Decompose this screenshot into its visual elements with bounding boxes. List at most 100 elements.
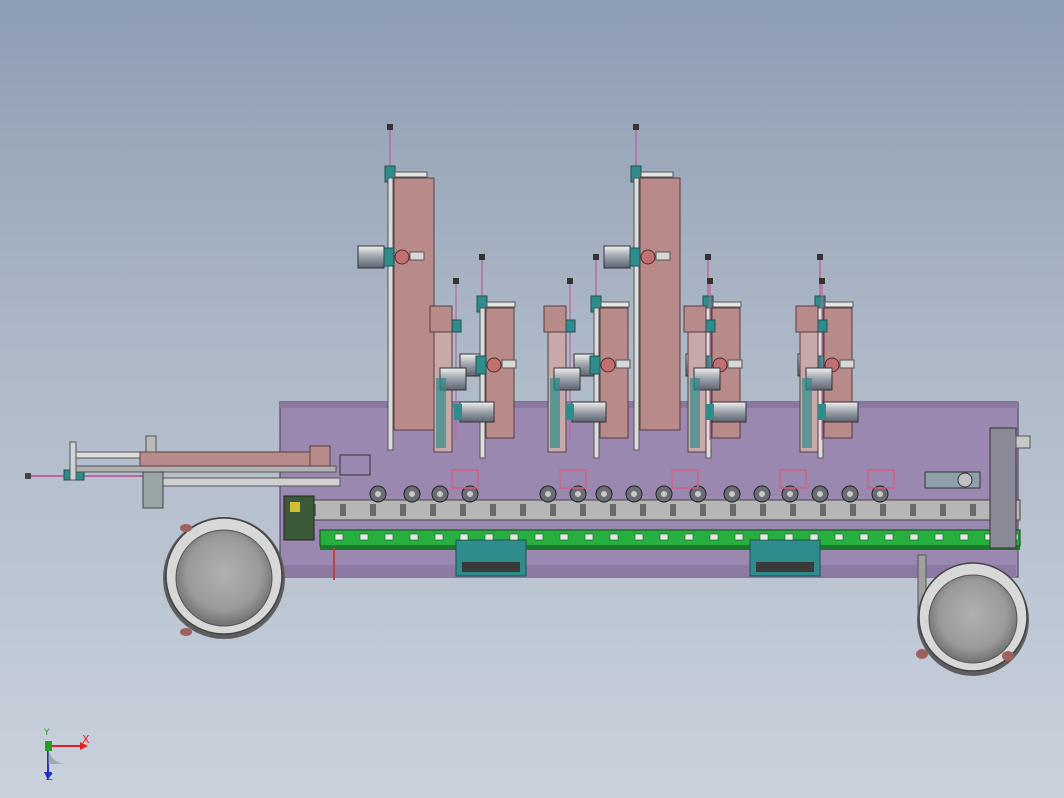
rail-clamp — [580, 504, 586, 516]
rod-clamp — [705, 319, 716, 333]
cylinder-rod — [839, 359, 855, 369]
conveyor-mark — [334, 533, 344, 541]
cylinder-rod — [615, 359, 631, 369]
conveyor-mark — [434, 533, 444, 541]
cylinder-mount — [454, 404, 462, 420]
cylinder-mount — [475, 355, 487, 375]
rod-cap — [819, 278, 825, 284]
conveyor-mark — [884, 533, 894, 541]
conveyor-mark — [459, 533, 469, 541]
conveyor-mark — [734, 533, 744, 541]
rail-clamp — [850, 504, 856, 516]
conveyor-mark — [759, 533, 769, 541]
conveyor-mark — [384, 533, 394, 541]
conveyor-mark — [934, 533, 944, 541]
rail-clamp — [730, 504, 736, 516]
fixture-hub — [631, 491, 637, 497]
cylinder-mount — [706, 404, 714, 420]
guide-bar — [436, 378, 446, 448]
rail-clamp — [370, 504, 376, 516]
top-bracket — [394, 171, 428, 178]
rail-clamp — [790, 504, 796, 516]
left-vibratory-bowl — [163, 517, 285, 639]
rail-clamp — [910, 504, 916, 516]
cylinder-mount — [589, 355, 601, 375]
rail-clamp — [640, 504, 646, 516]
slide-block — [429, 305, 453, 333]
top-bracket — [640, 171, 674, 178]
air-cylinder — [603, 245, 631, 269]
rod-cap — [567, 278, 573, 284]
conveyor-mark — [609, 533, 619, 541]
conveyor-mark — [534, 533, 544, 541]
fixture-hub — [787, 491, 793, 497]
cad-viewport[interactable]: X Y Z — [0, 0, 1064, 798]
fixture-hub — [437, 491, 443, 497]
roller — [394, 249, 410, 265]
rail-clamp — [820, 504, 826, 516]
fixture-hub — [601, 491, 607, 497]
fixture-hub — [817, 491, 823, 497]
fixture-hub — [575, 491, 581, 497]
rail-clamp — [670, 504, 676, 516]
cylinder-mount — [566, 404, 574, 420]
cylinder-rod — [727, 359, 743, 369]
conveyor-mark — [784, 533, 794, 541]
rod-cap — [633, 124, 639, 130]
rail-clamp — [610, 504, 616, 516]
conveyor-mark — [809, 533, 819, 541]
roller — [600, 357, 616, 373]
cylinder-rod — [655, 251, 671, 261]
cylinder-rod — [501, 359, 517, 369]
conveyor-mark — [909, 533, 919, 541]
top-bracket — [486, 301, 516, 308]
slide-block — [795, 305, 819, 333]
cylinder-rod — [409, 251, 425, 261]
air-cylinder — [357, 245, 385, 269]
roller — [486, 357, 502, 373]
column — [387, 177, 394, 451]
guide-bar — [802, 378, 812, 448]
conveyor-mark — [409, 533, 419, 541]
rod-clamp — [451, 319, 462, 333]
cylinder-mount — [383, 247, 395, 267]
fixture-hub — [467, 491, 473, 497]
top-bracket — [600, 301, 630, 308]
rail-clamp — [520, 504, 526, 516]
rail-clamp — [430, 504, 436, 516]
rod-cap — [707, 278, 713, 284]
conveyor-mark — [509, 533, 519, 541]
lower-cylinder — [459, 401, 495, 423]
roller — [640, 249, 656, 265]
column — [479, 307, 486, 459]
conveyor-mark — [659, 533, 669, 541]
column — [593, 307, 600, 459]
conveyor-mark — [959, 533, 969, 541]
cylinder-mount — [629, 247, 641, 267]
machine-assembly-drawing[interactable] — [0, 0, 1064, 798]
conveyor-mark — [834, 533, 844, 541]
fixture-hub — [877, 491, 883, 497]
rod-cap — [705, 254, 711, 260]
coordinate-triad: X Y Z — [36, 728, 106, 788]
cylinder-mount — [818, 404, 826, 420]
rail-clamp — [400, 504, 406, 516]
rod-cap — [453, 278, 459, 284]
top-bracket — [712, 301, 742, 308]
lower-cylinder — [711, 401, 747, 423]
fixture-hub — [729, 491, 735, 497]
rail-clamp — [550, 504, 556, 516]
fixture-hub — [661, 491, 667, 497]
guide-bar — [550, 378, 560, 448]
guide-bar — [690, 378, 700, 448]
conveyor-mark — [709, 533, 719, 541]
z-axis-label: Z — [46, 772, 53, 783]
rail-clamp — [340, 504, 346, 516]
fixture-hub — [545, 491, 551, 497]
rod-clamp — [817, 319, 828, 333]
large-press-tower — [357, 124, 435, 451]
fixture-hub — [375, 491, 381, 497]
conveyor-mark — [359, 533, 369, 541]
conveyor-mark — [859, 533, 869, 541]
lower-cylinder — [571, 401, 607, 423]
